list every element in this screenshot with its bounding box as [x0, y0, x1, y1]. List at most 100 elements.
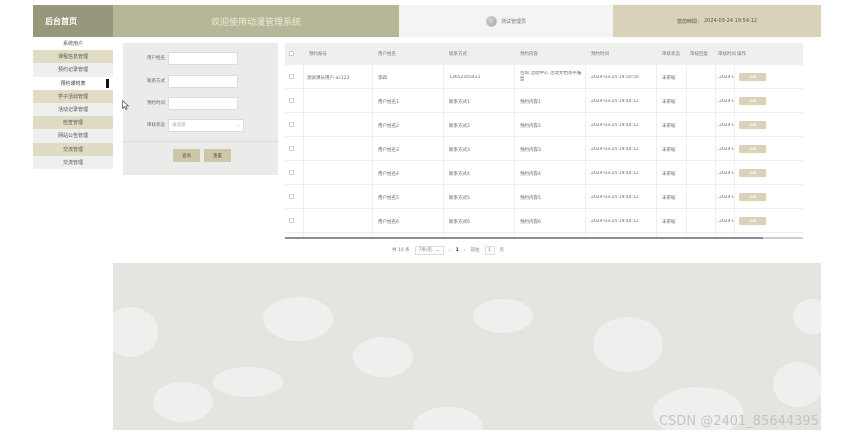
page-size-value: 7条/页 [418, 248, 432, 253]
column-header[interactable]: 预约时间 [591, 51, 609, 57]
cell-name: 用户姓名5 [378, 196, 399, 201]
table-row[interactable]: 用户姓名6 联系方式6 预约内容6 2024-03-24 19:44:12 未审… [285, 209, 803, 233]
current-page[interactable]: 1 [456, 248, 459, 253]
cell-status: 未审核 [662, 172, 676, 177]
next-page-icon[interactable]: › [464, 248, 466, 253]
cell-name: 用户姓名2 [378, 124, 399, 129]
row-checkbox[interactable] [289, 218, 294, 223]
cell-name: 用户姓名3 [378, 148, 399, 153]
sidebar-item-activity-records[interactable]: 活动记录管理 [33, 102, 113, 117]
table-scrollbar[interactable] [285, 237, 803, 239]
cell-phone: 联系方式6 [449, 220, 470, 225]
sidebar-item-label: 课程信息管理 [57, 54, 88, 61]
column-header[interactable]: 预约内容 [520, 51, 538, 57]
cell-name: 用户姓名6 [378, 220, 399, 225]
reset-button[interactable]: 重置 [204, 149, 231, 162]
cell-audit-time: 2024-0 [719, 171, 734, 176]
reservation-time-input[interactable] [168, 96, 238, 110]
sidebar-item-inspection[interactable]: 检查管理 [33, 116, 113, 130]
bg-bubble [353, 337, 413, 377]
time-label: 當前時間： [676, 18, 702, 25]
detail-button[interactable]: 详情 [739, 169, 766, 177]
table-row[interactable]: 测试课长用户-ac123 李四 13652165421 咨询 活动中心 活动文档… [285, 65, 803, 89]
total-count: 共 10 条 [392, 248, 410, 253]
detail-button[interactable]: 详情 [739, 217, 766, 225]
pagination: 共 10 条 7条/页 ⌄ ‹ 1 › 前往 1 页 [392, 245, 504, 255]
row-checkbox[interactable] [289, 194, 294, 199]
bg-bubble [413, 407, 483, 430]
field-label: 审核状态 [147, 123, 165, 128]
detail-button[interactable]: 详情 [739, 121, 766, 129]
column-header[interactable]: 用户姓名 [378, 51, 396, 57]
query-button[interactable]: 查询 [173, 149, 200, 162]
column-header[interactable]: 审核回复 [690, 51, 708, 57]
column-header: 操作 [737, 52, 746, 57]
column-header[interactable]: 审核时间 [718, 51, 736, 57]
cell-audit-time: 2024-0 [719, 195, 734, 200]
row-checkbox[interactable] [289, 98, 294, 103]
cell-audit-time: 2024-0 [719, 219, 734, 224]
table-row[interactable]: 用户姓名1 联系方式1 预约内容1 2024-03-24 19:44:12 未审… [285, 89, 803, 113]
table-row[interactable]: 用户姓名2 联系方式2 预约内容2 2024-03-24 19:44:12 未审… [285, 113, 803, 137]
table-row[interactable]: 用户姓名5 联系方式5 预约内容5 2024-03-24 19:44:12 未审… [285, 185, 803, 209]
column-header[interactable]: 预约账号 [309, 51, 327, 57]
cell-status: 未审核 [662, 76, 676, 81]
detail-button[interactable]: 详情 [739, 193, 766, 201]
user-name: 测试管理员 [500, 18, 526, 25]
sidebar-item-label: 检查管理 [62, 120, 83, 127]
time-value: 2024-03-24 19:54:12 [703, 18, 758, 24]
sidebar-item-exchange[interactable]: 交流管理 [33, 142, 113, 156]
username-input[interactable] [168, 51, 238, 65]
goto-page-input[interactable]: 1 [484, 245, 495, 255]
select-all-checkbox[interactable] [289, 51, 294, 56]
avatar[interactable] [485, 15, 497, 27]
table-header: 预约账号 用户姓名 联系方式 预约内容 预约时间 审核状态 审核回复 审核时间 … [285, 43, 803, 65]
cell-phone: 联系方式4 [449, 172, 470, 177]
watermark: CSDN @2401_85644395 [659, 414, 819, 429]
bg-bubble [473, 299, 533, 333]
row-checkbox[interactable] [289, 170, 294, 175]
search-panel: 用户姓名 联系方式 预约时间 审核状态 请选择 ⌄ 查询 重置 [123, 43, 278, 175]
page-size-select[interactable]: 7条/页 ⌄ [414, 245, 444, 255]
cell-content: 预约内容4 [520, 172, 541, 177]
cell-time: 2024-03-24 19:44:12 [591, 123, 639, 128]
detail-button[interactable]: 详情 [739, 97, 766, 105]
cell-account: 测试课长用户-ac123 [307, 76, 350, 81]
chevron-down-icon: ⌄ [236, 122, 240, 128]
prev-page-icon[interactable]: ‹ [449, 248, 451, 253]
search-row-contact: 联系方式 [123, 74, 278, 88]
sidebar-item-student-activities[interactable]: 学子活动管理 [33, 89, 113, 103]
column-header[interactable]: 联系方式 [449, 51, 467, 57]
status-select[interactable]: 请选择 ⌄ [168, 118, 244, 132]
row-checkbox[interactable] [289, 146, 294, 151]
sidebar-item-course-info[interactable]: 课程信息管理 [33, 50, 113, 64]
user-info[interactable]: 测试管理员 [399, 5, 613, 37]
row-checkbox[interactable] [289, 122, 294, 127]
sidebar: 系统用户 课程信息管理 预约记录管理 预约课时表 学子活动管理 活动记录管理 检… [33, 37, 113, 235]
contact-input[interactable] [168, 74, 238, 88]
sidebar-item-reservation-records[interactable]: 预约记录管理 [33, 63, 113, 77]
reservation-table: 预约账号 用户姓名 联系方式 预约内容 预约时间 审核状态 审核回复 审核时间 … [285, 43, 803, 239]
detail-button[interactable]: 详情 [739, 145, 766, 153]
home-logo[interactable]: 后台首页 [33, 5, 113, 37]
sidebar-item-label: 网站公告管理 [57, 133, 88, 140]
row-checkbox[interactable] [289, 74, 294, 79]
search-row-time: 预约时间 [123, 96, 278, 110]
bg-bubble [213, 367, 283, 397]
current-time: 當前時間： 2024-03-24 19:54:12 [613, 5, 821, 37]
mouse-pointer-icon [122, 100, 130, 110]
search-row-username: 用户姓名 [123, 51, 278, 65]
table-row[interactable]: 用户姓名3 联系方式3 预约内容3 2024-03-24 19:44:12 未审… [285, 137, 803, 161]
sidebar-item-exchange-2[interactable]: 交流管理 [33, 155, 113, 169]
active-marker [106, 78, 109, 88]
sidebar-item-system-users[interactable]: 系统用户 [33, 37, 113, 50]
table-row[interactable]: 用户姓名4 联系方式4 预约内容4 2024-03-24 19:44:12 未审… [285, 161, 803, 185]
column-header[interactable]: 审核状态 [662, 51, 680, 57]
detail-button[interactable]: 详情 [739, 73, 766, 81]
sidebar-item-reservation-schedule[interactable]: 预约课时表 [33, 76, 113, 90]
cell-name: 用户姓名1 [378, 100, 399, 105]
sidebar-item-label: 交流管理 [62, 159, 83, 166]
sidebar-item-announcements[interactable]: 网站公告管理 [33, 129, 113, 143]
search-row-status: 审核状态 请选择 ⌄ [123, 118, 278, 132]
cell-time: 2024-03-24 19:44:12 [591, 147, 639, 152]
